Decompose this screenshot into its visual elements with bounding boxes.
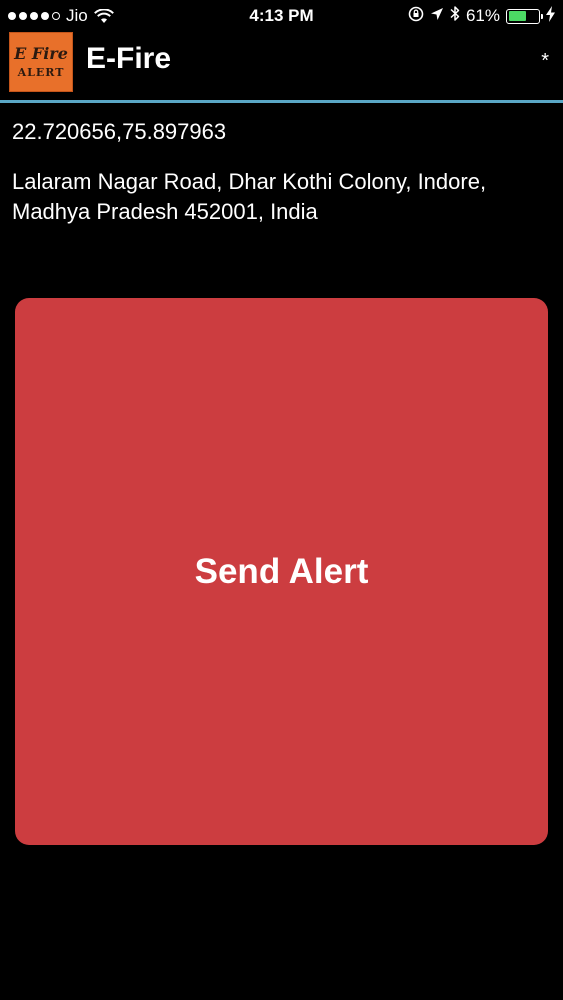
status-bar: Jio 4:13 PM 61% (0, 0, 563, 32)
location-coordinates: 22.720656,75.897963 (12, 119, 227, 144)
overflow-menu-button[interactable]: * (541, 50, 549, 73)
battery-fill (508, 11, 526, 21)
location-address: Lalaram Nagar Road, Dhar Kothi Colony, I… (12, 169, 487, 224)
app-logo: E Fire ALERT (9, 32, 73, 92)
logo-text-top: E Fire (14, 44, 68, 63)
battery-percent: 61% (465, 6, 500, 25)
location-arrow-icon (430, 6, 444, 26)
app-bar-divider (0, 100, 563, 103)
send-alert-button[interactable]: Send Alert (15, 298, 548, 845)
charging-bolt-icon (546, 5, 555, 27)
status-right: 61% (408, 5, 555, 27)
bluetooth-icon (450, 5, 460, 27)
logo-text-bottom: ALERT (17, 66, 65, 79)
battery-cap (541, 13, 543, 19)
send-alert-label: Send Alert (194, 551, 369, 591)
rotation-lock-icon (408, 6, 424, 27)
app-bar: E Fire ALERT E-Fire * (0, 32, 563, 100)
app-title: E-Fire (86, 42, 172, 75)
battery-icon (506, 8, 543, 24)
